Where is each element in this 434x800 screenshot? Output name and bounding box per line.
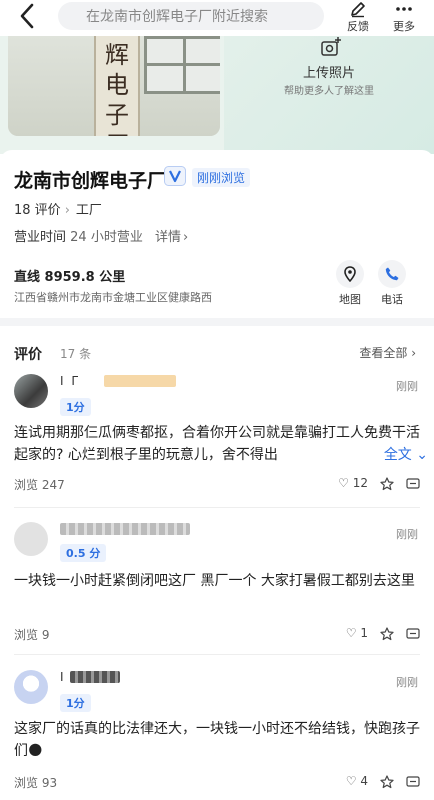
review-divider <box>14 507 420 508</box>
review-time: 刚刚 <box>396 380 418 393</box>
review-actions: ♡ 1 <box>310 626 420 642</box>
more-label: 更多 <box>393 20 415 33</box>
feedback-button[interactable]: 反馈 <box>338 0 378 36</box>
back-button[interactable] <box>14 2 42 30</box>
phone-label: 电话 <box>381 293 403 306</box>
place-info-card: 龙南市创辉电子厂 刚刚浏览 18 评价 › 工厂 营业时间 24 小时营业 详情 › … <box>0 150 434 318</box>
upload-label: 上传照片 <box>302 66 355 81</box>
star-icon[interactable] <box>380 775 394 789</box>
hero-section: 辉电子厂 上传照片 帮助更多人了解这里 <box>0 36 434 154</box>
view-all-reviews-link[interactable]: 查看全部 › <box>359 344 416 361</box>
search-input[interactable]: 在龙南市创辉电子厂附近搜索 <box>58 2 324 30</box>
review-text: 一块钱一小时赶紧倒闭吧这厂 黑厂一个 大家打暑假工都别去这里 <box>14 573 415 589</box>
phone-button[interactable]: 电话 <box>372 260 412 307</box>
edit-icon <box>351 2 365 18</box>
chevron-left-icon <box>20 3 34 29</box>
review-item[interactable]: I Г 1分 刚刚 连试用期那仨瓜俩枣都抠，合着你开公司就是靠骗打工人免费干活起… <box>0 368 434 500</box>
star-icon[interactable] <box>380 627 394 641</box>
comment-icon[interactable] <box>406 478 420 490</box>
more-dots-icon <box>396 7 412 11</box>
phone-circle <box>378 260 406 288</box>
like-count: 1 <box>360 626 368 640</box>
like-button[interactable]: ♡ 12 <box>320 476 368 490</box>
like-count: 12 <box>352 476 368 490</box>
review-score: 0.5 分 <box>60 544 107 562</box>
verified-v-icon <box>164 166 186 186</box>
camera-plus-icon <box>321 37 341 56</box>
map-button[interactable]: 地图 <box>330 260 370 307</box>
star-icon[interactable] <box>380 477 394 491</box>
reviews-count: 17 条 <box>60 347 92 361</box>
like-count: 4 <box>360 774 368 788</box>
details-link[interactable]: 详情 <box>155 230 181 245</box>
review-actions: ♡ 4 <box>310 774 420 790</box>
hours-value: 24 小时营业 <box>70 230 143 245</box>
avatar[interactable] <box>14 670 48 704</box>
hours-label: 营业时间 <box>14 230 67 245</box>
photo-window <box>144 36 220 94</box>
reviews-title: 评价 <box>14 347 42 363</box>
rating-row[interactable]: 18 评价 › 工厂 <box>14 199 102 218</box>
view-count: 浏览 93 <box>14 776 58 790</box>
category: 工厂 <box>75 203 102 218</box>
review-count: 18 评价 <box>14 203 61 218</box>
map-pin-circle <box>336 260 364 288</box>
map-pin-icon <box>344 266 356 282</box>
top-bar: 在龙南市创辉电子厂附近搜索 反馈 更多 <box>0 0 434 36</box>
review-divider <box>14 654 420 655</box>
review-text: 连试用期那仨瓜俩枣都抠，合着你开公司就是靠骗打工人免费干活起家的? 心烂到根子里… <box>14 425 420 463</box>
distance: 直线 8959.8 公里 <box>14 270 126 285</box>
avatar[interactable] <box>14 522 48 556</box>
reviews-header: 评价 17 条 查看全部 › <box>0 326 434 366</box>
photo-sign-text: 辉电子厂 <box>105 41 129 136</box>
chevron-right-icon: › <box>183 230 189 245</box>
feedback-label: 反馈 <box>347 20 369 33</box>
search-placeholder: 在龙南市创辉电子厂附近搜索 <box>86 9 268 25</box>
place-title: 龙南市创辉电子厂 <box>14 170 167 192</box>
comment-icon[interactable] <box>406 776 420 788</box>
reviewer-name[interactable]: I Г <box>60 374 81 388</box>
reviewer-name-redacted <box>70 671 120 683</box>
map-label: 地图 <box>339 293 361 306</box>
recently-viewed-badge: 刚刚浏览 <box>192 168 251 187</box>
review-actions: ♡ 12 <box>310 476 420 492</box>
review-time: 刚刚 <box>396 528 418 541</box>
review-item[interactable]: I 1分 刚刚 这家厂的话真的比法律还大，一块钱一小时还不给结钱，快跑孩子们🌑 … <box>0 664 434 800</box>
view-count: 浏览 247 <box>14 478 65 492</box>
avatar[interactable] <box>14 374 48 408</box>
view-all-label: 查看全部 <box>359 346 408 360</box>
comment-icon[interactable] <box>406 628 420 640</box>
review-item[interactable]: 0.5 分 刚刚 一块钱一小时赶紧倒闭吧这厂 黑厂一个 大家打暑假工都别去这里 … <box>0 516 434 650</box>
view-count: 浏览 9 <box>14 628 50 642</box>
like-button[interactable]: ♡ 4 <box>320 774 368 788</box>
more-button[interactable]: 更多 <box>384 0 424 36</box>
upload-photo-button[interactable]: 上传照片 帮助更多人了解这里 <box>224 36 434 154</box>
expand-full-text-link[interactable]: 全文 ⌄ <box>381 444 428 464</box>
like-button[interactable]: ♡ 1 <box>320 626 368 640</box>
chevron-right-icon: › <box>411 346 416 360</box>
upload-sublabel: 帮助更多人了解这里 <box>284 86 374 97</box>
address[interactable]: 江西省赣州市龙南市金塘工业区健康路西 <box>14 289 212 305</box>
chevron-down-icon: ⌄ <box>416 447 428 463</box>
section-divider <box>0 318 434 326</box>
phone-icon <box>385 267 399 281</box>
expand-label: 全文 <box>383 447 412 463</box>
review-score: 1分 <box>60 694 91 712</box>
hours-row[interactable]: 营业时间 24 小时营业 详情 › <box>14 226 188 245</box>
user-level-badge <box>104 375 176 387</box>
reviewer-name[interactable]: I <box>60 670 66 684</box>
review-text: 这家厂的话真的比法律还大，一块钱一小时还不给结钱，快跑孩子们🌑 <box>14 721 420 759</box>
review-score: 1分 <box>60 398 91 416</box>
review-time: 刚刚 <box>396 676 418 689</box>
chevron-right-icon: › <box>64 203 70 218</box>
place-photo[interactable]: 辉电子厂 <box>8 36 220 136</box>
reviewer-name-redacted <box>60 523 190 535</box>
